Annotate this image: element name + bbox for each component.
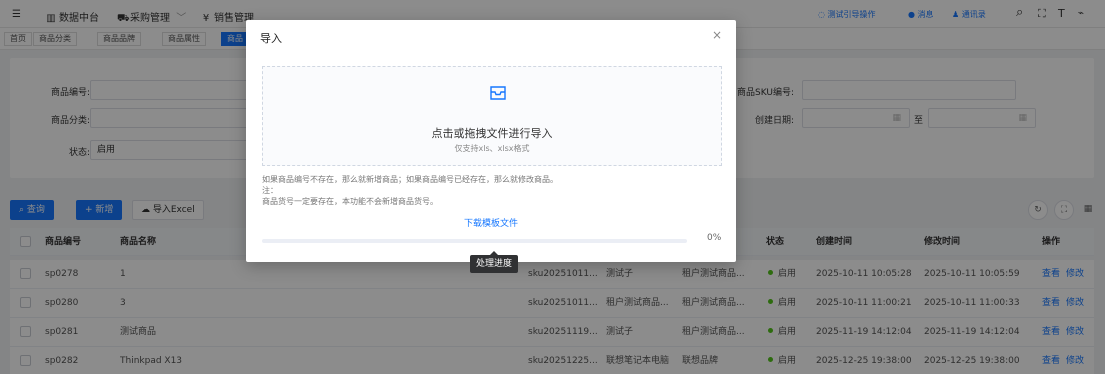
dialog-title: 导入 <box>260 32 282 45</box>
progress-percent: 0% <box>707 233 722 243</box>
import-dialog: 导入 × 点击或拖拽文件进行导入 仅支持xls、xlsx格式 如果商品编号不存在… <box>246 20 736 262</box>
note-line: 如果商品编号不存在，那么就新增商品；如果商品编号已经存在，那么就修改商品。 <box>262 175 558 184</box>
inbox-icon <box>490 86 506 100</box>
note-line: 注： <box>262 186 278 195</box>
import-notes: 如果商品编号不存在，那么就新增商品；如果商品编号已经存在，那么就修改商品。 注：… <box>262 174 558 207</box>
note-line: 商品货号一定要存在，本功能不会新增商品货号。 <box>262 197 438 206</box>
dropzone-tip: 仅支持xls、xlsx格式 <box>454 144 530 153</box>
download-template-link: 下载模板文件 <box>463 219 518 229</box>
dropzone-text: 点击或拖拽文件进行导入 <box>431 127 553 140</box>
upload-dropzone[interactable]: 点击或拖拽文件进行导入 仅支持xls、xlsx格式 <box>262 66 722 166</box>
close-icon[interactable]: × <box>712 28 722 42</box>
progress-tooltip: 处理进度 <box>470 251 519 273</box>
import-progress-bar <box>262 239 687 243</box>
